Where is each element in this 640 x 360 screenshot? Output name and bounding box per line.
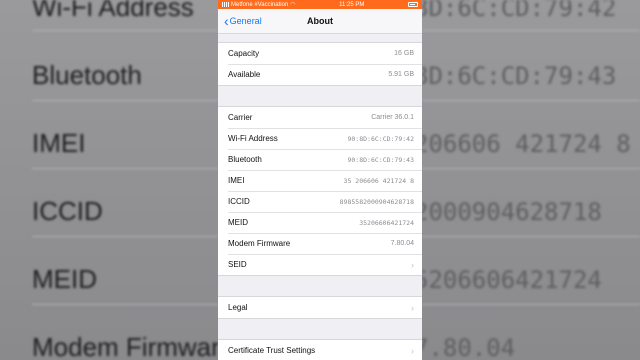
- row-value: 7.80.04: [390, 240, 414, 247]
- background-divider: [32, 304, 218, 305]
- chevron-right-icon: ›: [411, 302, 414, 313]
- background-label: ICCID: [32, 196, 103, 226]
- certificate-group: Certificate Trust Settings ›: [218, 339, 422, 360]
- background-right-panel: 8D:6C:CD:79:42 8D:6C:CD:79:43 206606 421…: [422, 0, 640, 360]
- phone-screen: Metfone #Vaccination ◠ 11:25 PM ‹ Genera…: [218, 0, 422, 360]
- row-value: 90:8D:6C:CD:79:42: [347, 134, 414, 143]
- storage-group: Capacity 16 GB Available 5.91 GB: [218, 42, 422, 86]
- list-item-iccid: ICCID 8985582000904628718: [218, 191, 422, 212]
- list-item-meid: MEID 35206606421724: [218, 212, 422, 233]
- background-divider: [32, 236, 218, 237]
- background-value: 8D:6C:CD:79:42: [422, 0, 617, 22]
- background-divider: [422, 168, 640, 169]
- row-label: Wi-Fi Address: [228, 134, 278, 143]
- background-value: 5206606421724: [422, 266, 602, 294]
- background-value: 206606 421724 8: [422, 130, 631, 158]
- row-value: 8985582000904628718: [339, 197, 414, 206]
- background-label: Bluetooth: [32, 60, 142, 90]
- background-label: Modem Firmwar: [32, 332, 218, 360]
- network-group: Carrier Carrier 36.0.1 Wi-Fi Address 90:…: [218, 106, 422, 276]
- background-divider: [32, 30, 218, 31]
- row-value: 35206606421724: [359, 218, 414, 227]
- list-item-seid[interactable]: SEID ›: [218, 254, 422, 275]
- list-item-modem-firmware: Modem Firmware 7.80.04: [218, 233, 422, 254]
- row-label: IMEI: [228, 176, 245, 185]
- background-label: IMEI: [32, 128, 86, 158]
- background-divider: [32, 168, 218, 169]
- row-label: Capacity: [228, 49, 260, 58]
- row-label: ICCID: [228, 197, 250, 206]
- background-label: Wi-Fi Address: [32, 0, 194, 22]
- carrier-name: Metfone #Vaccination: [231, 1, 289, 8]
- list-item-bluetooth: Bluetooth 90:8D:6C:CD:79:43: [218, 149, 422, 170]
- background-label: MEID: [32, 264, 97, 294]
- status-left: Metfone #Vaccination ◠: [222, 1, 296, 8]
- row-label: SEID: [228, 260, 247, 269]
- background-divider: [422, 236, 640, 237]
- page-title: About: [307, 16, 333, 26]
- list-item-certificate-trust-settings[interactable]: Certificate Trust Settings ›: [218, 340, 422, 360]
- list-item-capacity: Capacity 16 GB: [218, 43, 422, 64]
- background-value: 7.80.04: [422, 334, 516, 360]
- chevron-right-icon: ›: [411, 259, 414, 270]
- background-divider: [32, 100, 218, 101]
- background-divider: [422, 304, 640, 305]
- row-label: MEID: [228, 218, 248, 227]
- signal-icon: [222, 2, 229, 7]
- row-value: 35 206606 421724 8: [343, 176, 414, 185]
- list-item-wifi-address: Wi-Fi Address 90:8D:6C:CD:79:42: [218, 128, 422, 149]
- list-item-legal[interactable]: Legal ›: [218, 297, 422, 318]
- row-label: Certificate Trust Settings: [228, 346, 316, 355]
- row-label: Modem Firmware: [228, 239, 291, 248]
- background-left-panel: Wi-Fi Address Bluetooth IMEI ICCID MEID …: [0, 0, 218, 360]
- list-item-imei: IMEI 35 206606 421724 8: [218, 170, 422, 191]
- wifi-icon: ◠: [290, 2, 296, 8]
- row-label: Bluetooth: [228, 155, 262, 164]
- background-value: 2000904628718: [422, 198, 602, 226]
- navigation-bar: ‹ General About: [218, 9, 422, 34]
- list-item-available: Available 5.91 GB: [218, 64, 422, 85]
- row-value: Carrier 36.0.1: [371, 114, 414, 121]
- background-divider: [422, 30, 640, 31]
- row-value: 16 GB: [394, 50, 414, 57]
- status-bar: Metfone #Vaccination ◠ 11:25 PM: [218, 0, 422, 9]
- row-label: Legal: [228, 303, 248, 312]
- row-label: Available: [228, 70, 261, 79]
- row-value: 90:8D:6C:CD:79:43: [347, 155, 414, 164]
- list-item-carrier: Carrier Carrier 36.0.1: [218, 107, 422, 128]
- battery-icon: [407, 2, 418, 7]
- row-value: 5.91 GB: [388, 71, 414, 78]
- background-divider: [422, 100, 640, 101]
- chevron-right-icon: ›: [411, 345, 414, 356]
- background-value: 8D:6C:CD:79:43: [422, 62, 617, 90]
- row-label: Carrier: [228, 113, 253, 122]
- status-time: 11:25 PM: [339, 1, 365, 8]
- legal-group: Legal ›: [218, 296, 422, 319]
